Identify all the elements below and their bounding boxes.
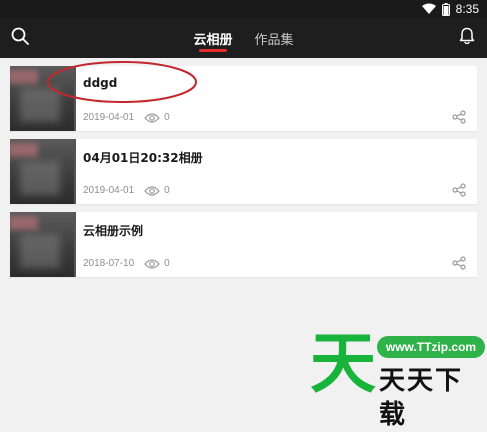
share-button[interactable]: [451, 255, 467, 274]
battery-icon: [441, 2, 450, 16]
album-thumbnail: [10, 66, 74, 131]
album-views: 0: [164, 185, 170, 196]
bell-icon: [459, 27, 475, 49]
share-icon: [452, 182, 466, 201]
album-date: 2018-07-10: [83, 258, 135, 269]
album-views: 0: [164, 258, 170, 269]
album-thumbnail: [10, 212, 74, 277]
album-views: 0: [164, 112, 170, 123]
status-bar: 8:35: [0, 0, 487, 18]
tab-cloud-album[interactable]: 云相册: [193, 18, 233, 58]
tab-portfolio[interactable]: 作品集: [255, 18, 294, 58]
share-icon: [452, 255, 466, 274]
share-button[interactable]: [451, 182, 467, 201]
album-date: 2019-04-01: [83, 112, 135, 123]
album-date: 2019-04-01: [83, 185, 135, 196]
eye-icon: [144, 112, 160, 123]
album-thumbnail: [10, 139, 74, 204]
album-meta: 2019-04-01 0: [83, 112, 170, 123]
eye-icon: [144, 258, 160, 269]
album-title: 04月01日20:32相册: [83, 151, 203, 165]
album-card[interactable]: 云相册示例 2018-07-10 0: [10, 212, 477, 277]
tab-bar: 云相册 作品集: [0, 18, 487, 58]
watermark-url: www.TTzip.com: [377, 336, 485, 358]
share-button[interactable]: [451, 109, 467, 128]
status-time: 8:35: [455, 2, 479, 16]
tab-label: 云相册: [193, 32, 233, 48]
album-title: 云相册示例: [83, 224, 144, 238]
app-bar: 云相册 作品集: [0, 18, 487, 58]
status-icons: 8:35: [421, 1, 479, 17]
album-meta: 2019-04-01 0: [83, 185, 170, 196]
album-meta: 2018-07-10 0: [83, 258, 170, 269]
tab-label: 作品集: [254, 32, 294, 48]
watermark-logo: 天 www.TTzip.com 天天下载: [305, 324, 487, 430]
album-card[interactable]: 04月01日20:32相册 2019-04-01 0: [10, 139, 477, 204]
album-list: ddgd 2019-04-01 0 04月01日20:32相册 2019-04-…: [10, 66, 477, 285]
watermark-text: 天天下载: [379, 366, 464, 430]
album-title: ddgd: [83, 76, 118, 90]
album-card[interactable]: ddgd 2019-04-01 0: [10, 66, 477, 131]
share-icon: [452, 109, 466, 128]
notifications-button[interactable]: [457, 27, 477, 49]
active-tab-indicator: [199, 49, 227, 52]
wifi-icon: [421, 3, 436, 15]
watermark-glyph: 天: [310, 325, 376, 402]
eye-icon: [144, 185, 160, 196]
